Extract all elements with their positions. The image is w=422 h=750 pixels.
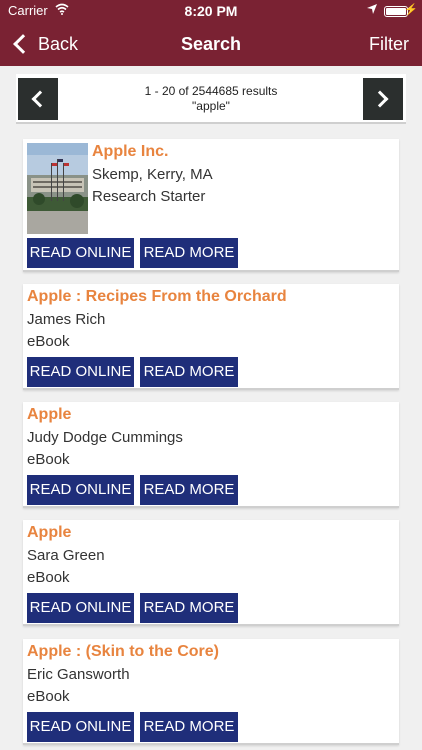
read-more-button[interactable]: READ MORE [140,238,238,268]
result-card: Apple : (Skin to the Core) Eric Ganswort… [23,639,399,745]
result-type: eBook [27,333,70,350]
status-bar: Carrier 8:20 PM ⚡ [0,0,422,22]
result-author: Skemp, Kerry, MA [92,166,213,183]
result-author: Eric Gansworth [27,666,130,683]
read-online-button[interactable]: READ ONLINE [27,712,134,742]
result-author: James Rich [27,311,106,328]
read-more-button[interactable]: READ MORE [140,712,238,742]
read-more-button[interactable]: READ MORE [140,475,238,505]
back-button[interactable]: Back [10,22,78,66]
result-type: eBook [27,688,70,705]
read-more-button[interactable]: READ MORE [140,593,238,623]
result-title[interactable]: Apple [27,406,71,424]
result-type: eBook [27,451,70,468]
filter-button[interactable]: Filter [369,22,409,66]
result-title[interactable]: Apple Inc. [92,143,168,161]
results-range: 1 - 20 of 2544685 results [144,84,278,98]
result-title[interactable]: Apple [27,524,71,542]
navigation-bar: Back Search Filter [0,22,422,66]
chevron-left-icon [31,90,49,108]
back-label: Back [38,33,79,54]
result-title[interactable]: Apple : (Skin to the Core) [27,643,219,661]
result-card: Apple Judy Dodge Cummings eBook READ ONL… [23,402,399,508]
result-thumbnail [27,143,88,234]
read-online-button[interactable]: READ ONLINE [27,238,134,268]
results-summary: 1 - 20 of 2544685 results "apple" [66,84,356,114]
result-author: Sara Green [27,547,105,564]
chevron-right-icon [371,90,389,108]
read-online-button[interactable]: READ ONLINE [27,357,134,387]
result-card: Apple : Recipes From the Orchard James R… [23,284,399,390]
read-more-button[interactable]: READ MORE [140,357,238,387]
result-type: eBook [27,569,70,586]
result-title[interactable]: Apple : Recipes From the Orchard [27,288,287,306]
location-arrow-icon [367,4,377,14]
previous-page-button[interactable] [18,78,58,120]
search-query: "apple" [192,99,230,113]
result-type: Research Starter [92,188,206,205]
read-online-button[interactable]: READ ONLINE [27,475,134,505]
read-online-button[interactable]: READ ONLINE [27,593,134,623]
result-card: Apple Inc. Skemp, Kerry, MA Research Sta… [23,139,399,272]
results-pager: 1 - 20 of 2544685 results "apple" [16,74,406,124]
chevron-left-icon [13,34,33,54]
charging-icon: ⚡ [404,4,418,16]
result-author: Judy Dodge Cummings [27,429,183,446]
result-card: Apple Sara Green eBook READ ONLINE READ … [23,520,399,626]
clock: 8:20 PM [184,3,238,19]
next-page-button[interactable] [363,78,403,120]
